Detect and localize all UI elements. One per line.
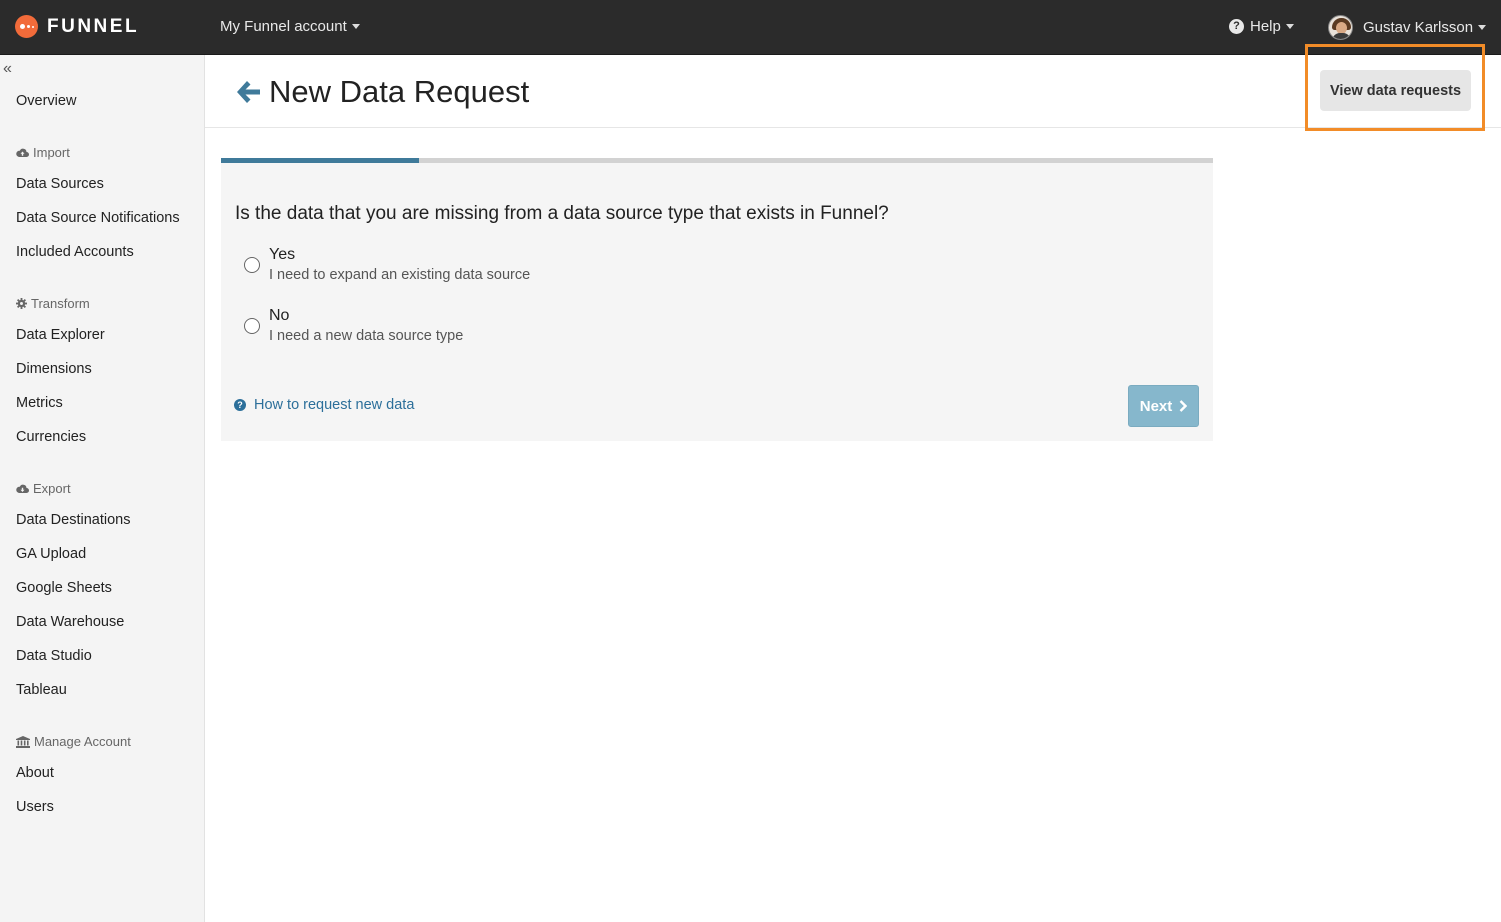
sidebar-item-data-studio[interactable]: Data Studio [16, 648, 92, 664]
caret-down-icon [351, 24, 360, 29]
how-to-request-label: How to request new data [254, 397, 415, 413]
caret-down-icon [1478, 25, 1487, 30]
sidebar-item-currencies[interactable]: Currencies [16, 429, 86, 445]
arrow-left-icon[interactable] [235, 79, 261, 105]
sidebar-section-label: Export [33, 481, 71, 496]
sidebar-item-data-explorer[interactable]: Data Explorer [16, 327, 105, 343]
how-to-request-link[interactable]: ? How to request new data [234, 397, 414, 413]
funnel-logo[interactable]: FUNNEL [15, 15, 139, 38]
cloud-download-icon [16, 484, 29, 493]
sidebar-item-tableau[interactable]: Tableau [16, 682, 67, 698]
page-title: New Data Request [269, 74, 530, 109]
form-question: Is the data that you are missing from a … [235, 203, 889, 224]
brand-name: FUNNEL [47, 15, 140, 37]
double-chevron-left-icon[interactable]: « [3, 60, 12, 78]
help-dropdown[interactable]: ? Help [1229, 18, 1294, 35]
sidebar-section-label: Transform [31, 296, 90, 311]
sidebar-item-metrics[interactable]: Metrics [16, 395, 63, 411]
sidebar-item-overview[interactable]: Overview [16, 93, 76, 109]
chevron-right-icon [1179, 400, 1188, 412]
sidebar-item-users[interactable]: Users [16, 799, 54, 815]
gear-icon [16, 298, 27, 309]
sidebar-item-dimensions[interactable]: Dimensions [16, 361, 92, 377]
option-no-label: No [269, 307, 290, 324]
caret-down-icon [1285, 24, 1294, 29]
user-name: Gustav Karlsson [1363, 19, 1474, 36]
sidebar-item-data-warehouse[interactable]: Data Warehouse [16, 614, 124, 630]
question-circle-icon: ? [234, 399, 246, 411]
user-dropdown[interactable]: Gustav Karlsson [1328, 15, 1487, 40]
option-no[interactable]: No I need a new data source type [244, 307, 463, 344]
sidebar-section-import: Import [16, 145, 70, 160]
question-circle-icon: ? [1229, 19, 1244, 34]
option-no-description: I need a new data source type [269, 328, 464, 344]
funnel-logo-icon [15, 15, 38, 38]
next-button-label: Next [1139, 397, 1173, 415]
sidebar-section-transform: Transform [16, 296, 90, 311]
view-data-requests-button[interactable]: View data requests [1320, 70, 1471, 111]
sidebar-item-included-accounts[interactable]: Included Accounts [16, 244, 134, 260]
option-yes-description: I need to expand an existing data source [269, 267, 531, 283]
sidebar-section-export: Export [16, 481, 71, 496]
bank-icon [16, 735, 30, 748]
option-yes-label: Yes [269, 246, 296, 263]
sidebar-section-manage-account: Manage Account [16, 734, 131, 749]
sidebar-item-ga-upload[interactable]: GA Upload [16, 546, 86, 562]
request-form-panel: Is the data that you are missing from a … [221, 163, 1213, 441]
cloud-upload-icon [16, 148, 29, 157]
sidebar-item-google-sheets[interactable]: Google Sheets [16, 580, 112, 596]
sidebar: « Overview Import Data Sources Data Sour… [0, 55, 205, 922]
sidebar-item-data-destinations[interactable]: Data Destinations [16, 512, 130, 528]
sidebar-item-about[interactable]: About [16, 765, 54, 781]
option-yes[interactable]: Yes I need to expand an existing data so… [244, 246, 530, 283]
account-name: My Funnel account [220, 18, 347, 35]
top-navigation-bar: FUNNEL My Funnel account ? Help Gustav K… [0, 0, 1501, 55]
radio-yes[interactable] [244, 257, 260, 273]
sidebar-item-data-source-notifications[interactable]: Data Source Notifications [16, 210, 180, 226]
sidebar-item-data-sources[interactable]: Data Sources [16, 176, 104, 192]
sidebar-section-label: Import [33, 145, 70, 160]
help-label: Help [1250, 18, 1281, 35]
next-button[interactable]: Next [1128, 385, 1199, 427]
radio-no[interactable] [244, 318, 260, 334]
page-header: New Data Request View data requests [205, 55, 1501, 128]
account-switcher-dropdown[interactable]: My Funnel account [220, 18, 360, 35]
sidebar-section-label: Manage Account [34, 734, 131, 749]
avatar [1328, 15, 1353, 40]
